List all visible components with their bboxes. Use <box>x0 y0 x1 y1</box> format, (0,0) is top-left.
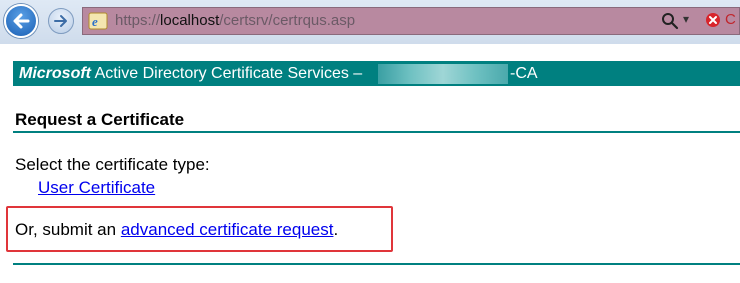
ie-page-icon: e <box>88 12 108 30</box>
header-ca-suffix: -CA <box>510 65 538 82</box>
header-title: Microsoft Active Directory Certificate S… <box>19 65 362 83</box>
redacted-ca-name <box>378 64 508 84</box>
truncated-tab-text: C <box>725 11 736 28</box>
url-host: localhost <box>160 12 220 29</box>
forward-arrow-icon <box>54 15 67 27</box>
browser-toolbar: e https://localhost/certsrv/certrqus.asp… <box>0 0 740 44</box>
select-type-prompt: Select the certificate type: <box>15 155 210 174</box>
highlight-annotation-box <box>6 206 393 252</box>
header-title-text: Active Directory Certificate Services – <box>91 65 363 82</box>
title-divider <box>13 131 740 133</box>
back-arrow-icon <box>13 13 30 29</box>
bottom-divider <box>13 263 740 265</box>
search-icon[interactable] <box>661 12 679 30</box>
page-title: Request a Certificate <box>15 110 185 129</box>
stop-icon[interactable] <box>705 12 721 28</box>
url-text[interactable]: https://localhost/certsrv/certrqus.asp <box>115 12 355 29</box>
address-dropdown-button[interactable]: ▾ <box>683 12 689 26</box>
url-path: /certsrv/certrqus.asp <box>219 12 356 29</box>
forward-button[interactable] <box>48 8 74 34</box>
header-brand: Microsoft <box>19 65 91 82</box>
svg-text:e: e <box>92 14 98 29</box>
service-header-bar: Microsoft Active Directory Certificate S… <box>13 61 740 86</box>
address-bar[interactable]: e https://localhost/certsrv/certrqus.asp… <box>82 7 740 35</box>
url-prefix: https:// <box>115 12 161 29</box>
user-certificate-link[interactable]: User Certificate <box>38 178 155 198</box>
back-button[interactable] <box>4 4 38 38</box>
